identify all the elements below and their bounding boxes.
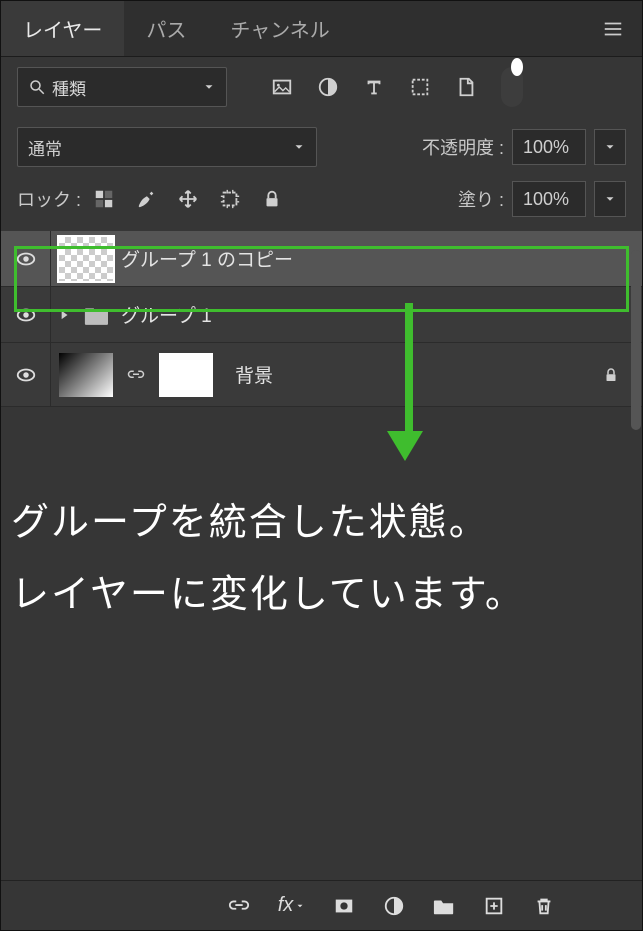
annotation-area: グループを統合した状態。 レイヤーに変化しています。 xyxy=(1,407,642,880)
filter-toggle[interactable] xyxy=(501,67,523,107)
filter-kind-label: 種類 xyxy=(52,75,86,100)
opacity-chevron[interactable] xyxy=(594,129,626,165)
expand-caret-icon[interactable] xyxy=(57,308,79,322)
filter-shape-icon[interactable] xyxy=(409,76,431,98)
lock-image-icon[interactable] xyxy=(135,188,157,210)
annotation-text: グループを統合した状態。 レイヤーに変化しています。 xyxy=(11,487,632,631)
annotation-line1: グループを統合した状態。 xyxy=(11,487,632,559)
opacity-value[interactable]: 100% xyxy=(512,129,586,165)
filter-row: 種類 xyxy=(1,57,642,117)
mask-thumbnail[interactable] xyxy=(159,353,213,397)
layer-row-merged-copy[interactable]: グループ 1 のコピー xyxy=(1,231,642,287)
visibility-toggle[interactable] xyxy=(1,287,51,342)
lock-label: ロック : xyxy=(17,186,81,212)
visibility-toggle[interactable] xyxy=(1,343,51,406)
add-mask-icon[interactable] xyxy=(333,895,355,917)
layer-fx-icon[interactable]: fx xyxy=(278,894,306,917)
annotation-arrow xyxy=(401,303,417,463)
fill-value[interactable]: 100% xyxy=(512,181,586,217)
fill-group: 塗り : 100% xyxy=(458,181,626,217)
layer-name[interactable]: 背景 xyxy=(235,361,273,388)
filter-kind-select[interactable]: 種類 xyxy=(17,67,227,107)
lock-transparency-icon[interactable] xyxy=(93,188,115,210)
opacity-label: 不透明度 : xyxy=(422,134,504,160)
bottom-toolbar: fx xyxy=(1,880,642,930)
annotation-line2: レイヤーに変化しています。 xyxy=(11,559,632,631)
layer-thumbnail[interactable] xyxy=(59,353,113,397)
adjustment-layer-icon[interactable] xyxy=(383,895,405,917)
delete-layer-icon[interactable] xyxy=(533,895,555,917)
blend-mode-label: 通常 xyxy=(28,135,62,160)
lock-icon xyxy=(602,366,620,384)
new-layer-icon[interactable] xyxy=(483,895,505,917)
lock-icons xyxy=(93,188,283,210)
layer-name[interactable]: グループ 1 xyxy=(121,301,212,328)
fill-label: 塗り : xyxy=(458,186,504,212)
panel-menu-icon[interactable] xyxy=(584,1,642,56)
visibility-toggle[interactable] xyxy=(1,231,51,286)
panel-tabs: レイヤー パス チャンネル xyxy=(1,1,642,57)
layer-thumbnail[interactable] xyxy=(59,237,113,281)
blend-row: 通常 不透明度 : 100% xyxy=(1,117,642,177)
layer-row-group1[interactable]: グループ 1 xyxy=(1,287,642,343)
lock-position-icon[interactable] xyxy=(177,188,199,210)
filter-type-icon[interactable] xyxy=(363,76,385,98)
blend-mode-select[interactable]: 通常 xyxy=(17,127,317,167)
filter-pixel-icon[interactable] xyxy=(271,76,293,98)
opacity-group: 不透明度 : 100% xyxy=(422,129,626,165)
filter-type-icons xyxy=(271,67,523,107)
fill-chevron[interactable] xyxy=(594,181,626,217)
lock-all-icon[interactable] xyxy=(261,188,283,210)
scrollbar[interactable] xyxy=(631,250,641,430)
tab-layers[interactable]: レイヤー xyxy=(1,1,124,56)
tab-channels[interactable]: チャンネル xyxy=(208,1,351,56)
layers-panel: レイヤー パス チャンネル 種類 xyxy=(0,0,643,931)
chevron-down-icon xyxy=(292,140,306,154)
tab-paths[interactable]: パス xyxy=(124,1,208,56)
chevron-down-icon xyxy=(202,80,216,94)
link-icon[interactable] xyxy=(127,366,145,384)
layers-list: グループ 1 のコピー グループ 1 背景 xyxy=(1,231,642,407)
lock-artboard-icon[interactable] xyxy=(219,188,241,210)
folder-icon xyxy=(83,304,111,326)
toggle-thumb xyxy=(511,58,523,76)
search-icon xyxy=(28,78,46,96)
lock-row: ロック : 塗り : 100% xyxy=(1,177,642,231)
filter-adjustment-icon[interactable] xyxy=(317,76,339,98)
layer-row-background[interactable]: 背景 xyxy=(1,343,642,407)
link-layers-icon[interactable] xyxy=(228,895,250,917)
layer-name[interactable]: グループ 1 のコピー xyxy=(121,245,293,272)
filter-smartobject-icon[interactable] xyxy=(455,76,477,98)
new-group-icon[interactable] xyxy=(433,895,455,917)
